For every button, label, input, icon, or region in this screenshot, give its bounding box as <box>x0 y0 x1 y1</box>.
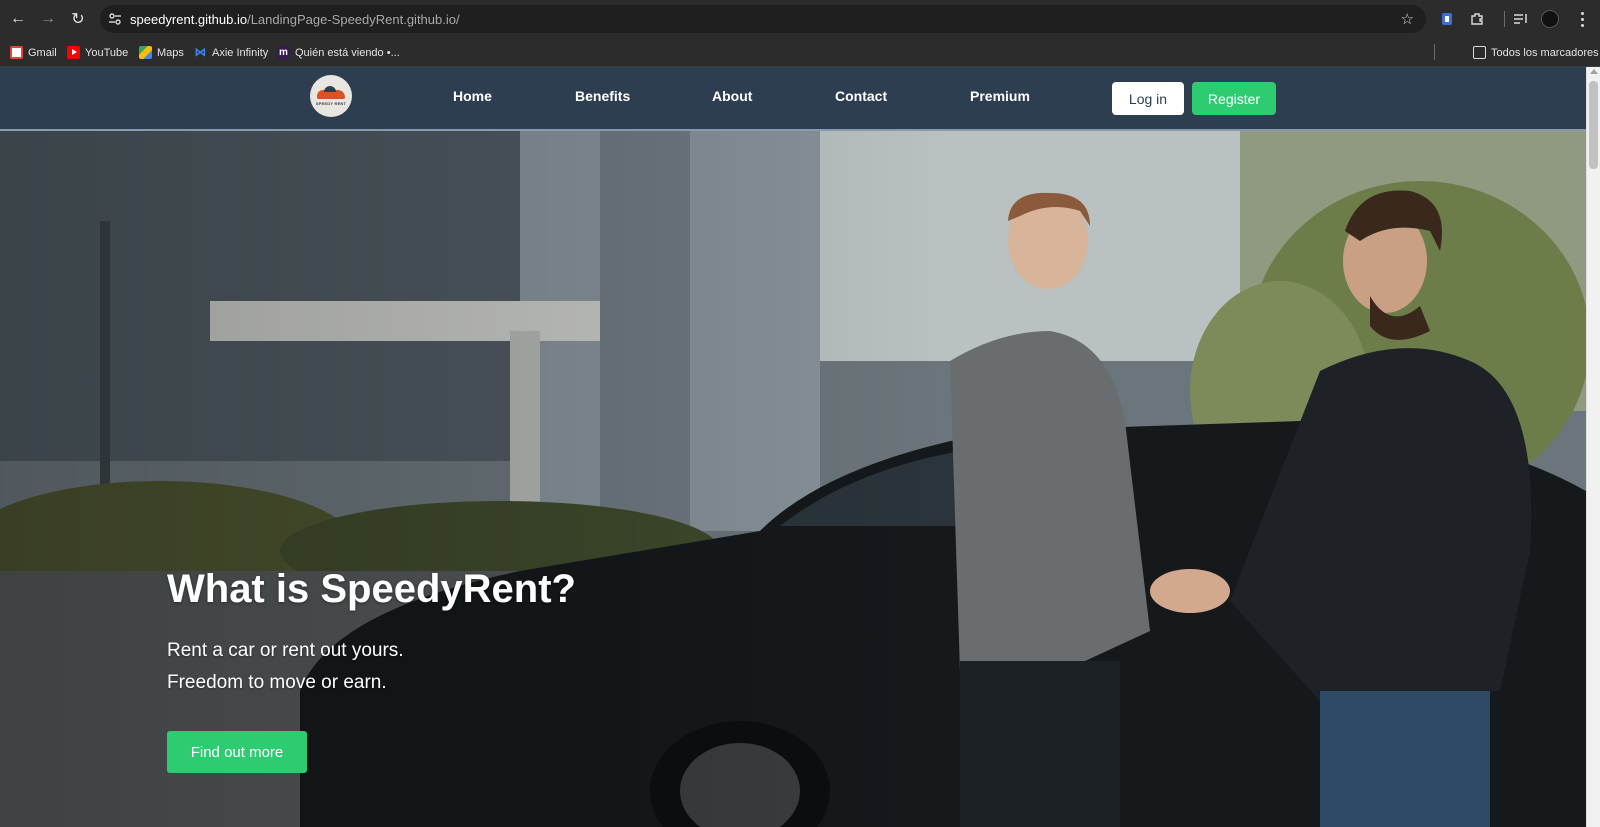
profile-avatar[interactable] <box>1541 10 1559 28</box>
browser-menu-icon[interactable] <box>1575 8 1589 30</box>
folder-icon <box>1473 46 1486 59</box>
extensions-icon[interactable] <box>1467 9 1487 29</box>
gmail-icon <box>10 46 23 59</box>
bookmark-label: YouTube <box>85 46 129 59</box>
site-header: SPEEDY RENT Home Benefits About Contact … <box>0 67 1586 131</box>
hero-title: What is SpeedyRent? <box>167 567 576 611</box>
site-settings-icon[interactable] <box>106 10 124 28</box>
reload-icon[interactable]: ↻ <box>67 8 89 30</box>
page-viewport: SPEEDY RENT Home Benefits About Contact … <box>0 67 1600 827</box>
all-bookmarks-label: Todos los marcadores <box>1491 46 1599 59</box>
nav-contact[interactable]: Contact <box>835 88 887 104</box>
scrollbar-thumb[interactable] <box>1589 81 1598 169</box>
car-logo-icon <box>317 86 345 99</box>
axie-icon: ⋈ <box>194 45 207 59</box>
maps-icon <box>139 46 152 59</box>
logo-text: SPEEDY RENT <box>315 101 347 106</box>
bookmark-gmail[interactable]: Gmail <box>10 44 57 61</box>
bookmark-youtube[interactable]: YouTube <box>67 44 128 61</box>
bookmark-axie[interactable]: ⋈ Axie Infinity <box>194 44 269 61</box>
login-button[interactable]: Log in <box>1112 82 1184 115</box>
media-control-icon[interactable] <box>1511 9 1531 29</box>
page-scrollbar[interactable] <box>1586 67 1600 827</box>
back-arrow-icon[interactable]: ← <box>7 8 29 30</box>
find-out-more-button[interactable]: Find out more <box>167 731 307 773</box>
bookmark-label: Maps <box>157 46 184 59</box>
all-bookmarks[interactable]: Todos los marcadores <box>1473 44 1599 61</box>
url-path: /LandingPage-SpeedyRent.github.io/ <box>247 11 460 27</box>
password-manager-icon[interactable] <box>1437 9 1457 29</box>
nav-premium[interactable]: Premium <box>970 88 1030 104</box>
register-button[interactable]: Register <box>1192 82 1276 115</box>
scroll-up-arrow-icon[interactable] <box>1590 69 1598 74</box>
bookmark-star-icon[interactable]: ☆ <box>1401 10 1414 28</box>
hero-overlay <box>0 131 1586 827</box>
bookmark-quien[interactable]: m Quién está viendo •... <box>277 44 400 61</box>
bookmark-label: Axie Infinity <box>212 46 269 59</box>
nav-benefits[interactable]: Benefits <box>575 88 630 104</box>
forward-arrow-icon[interactable]: → <box>37 8 59 30</box>
quien-icon: m <box>277 46 290 59</box>
bookmark-label: Quién está viendo •... <box>295 46 400 59</box>
address-bar[interactable]: speedyrent.github.io/LandingPage-SpeedyR… <box>100 5 1426 33</box>
url-text: speedyrent.github.io/LandingPage-SpeedyR… <box>130 12 460 27</box>
bookmark-maps[interactable]: Maps <box>139 44 184 61</box>
hero-subtitle-line-2: Freedom to move or earn. <box>167 672 387 693</box>
toolbar-divider <box>1504 11 1505 27</box>
bookmarks-bar: Gmail YouTube Maps ⋈ Axie Infinity m Qui… <box>0 38 1600 67</box>
bookmarks-divider <box>1434 44 1435 60</box>
nav-about[interactable]: About <box>712 88 752 104</box>
browser-toolbar: ← → ↻ speedyrent.github.io/LandingPage-S… <box>0 0 1600 38</box>
bookmark-label: Gmail <box>28 46 57 59</box>
youtube-icon <box>67 46 80 59</box>
nav-home[interactable]: Home <box>453 88 492 104</box>
hero-subtitle-line-1: Rent a car or rent out yours. <box>167 640 404 661</box>
speedyrent-logo[interactable]: SPEEDY RENT <box>310 75 352 117</box>
hero-section: What is SpeedyRent? Rent a car or rent o… <box>0 131 1586 827</box>
url-host: speedyrent.github.io <box>130 11 248 27</box>
